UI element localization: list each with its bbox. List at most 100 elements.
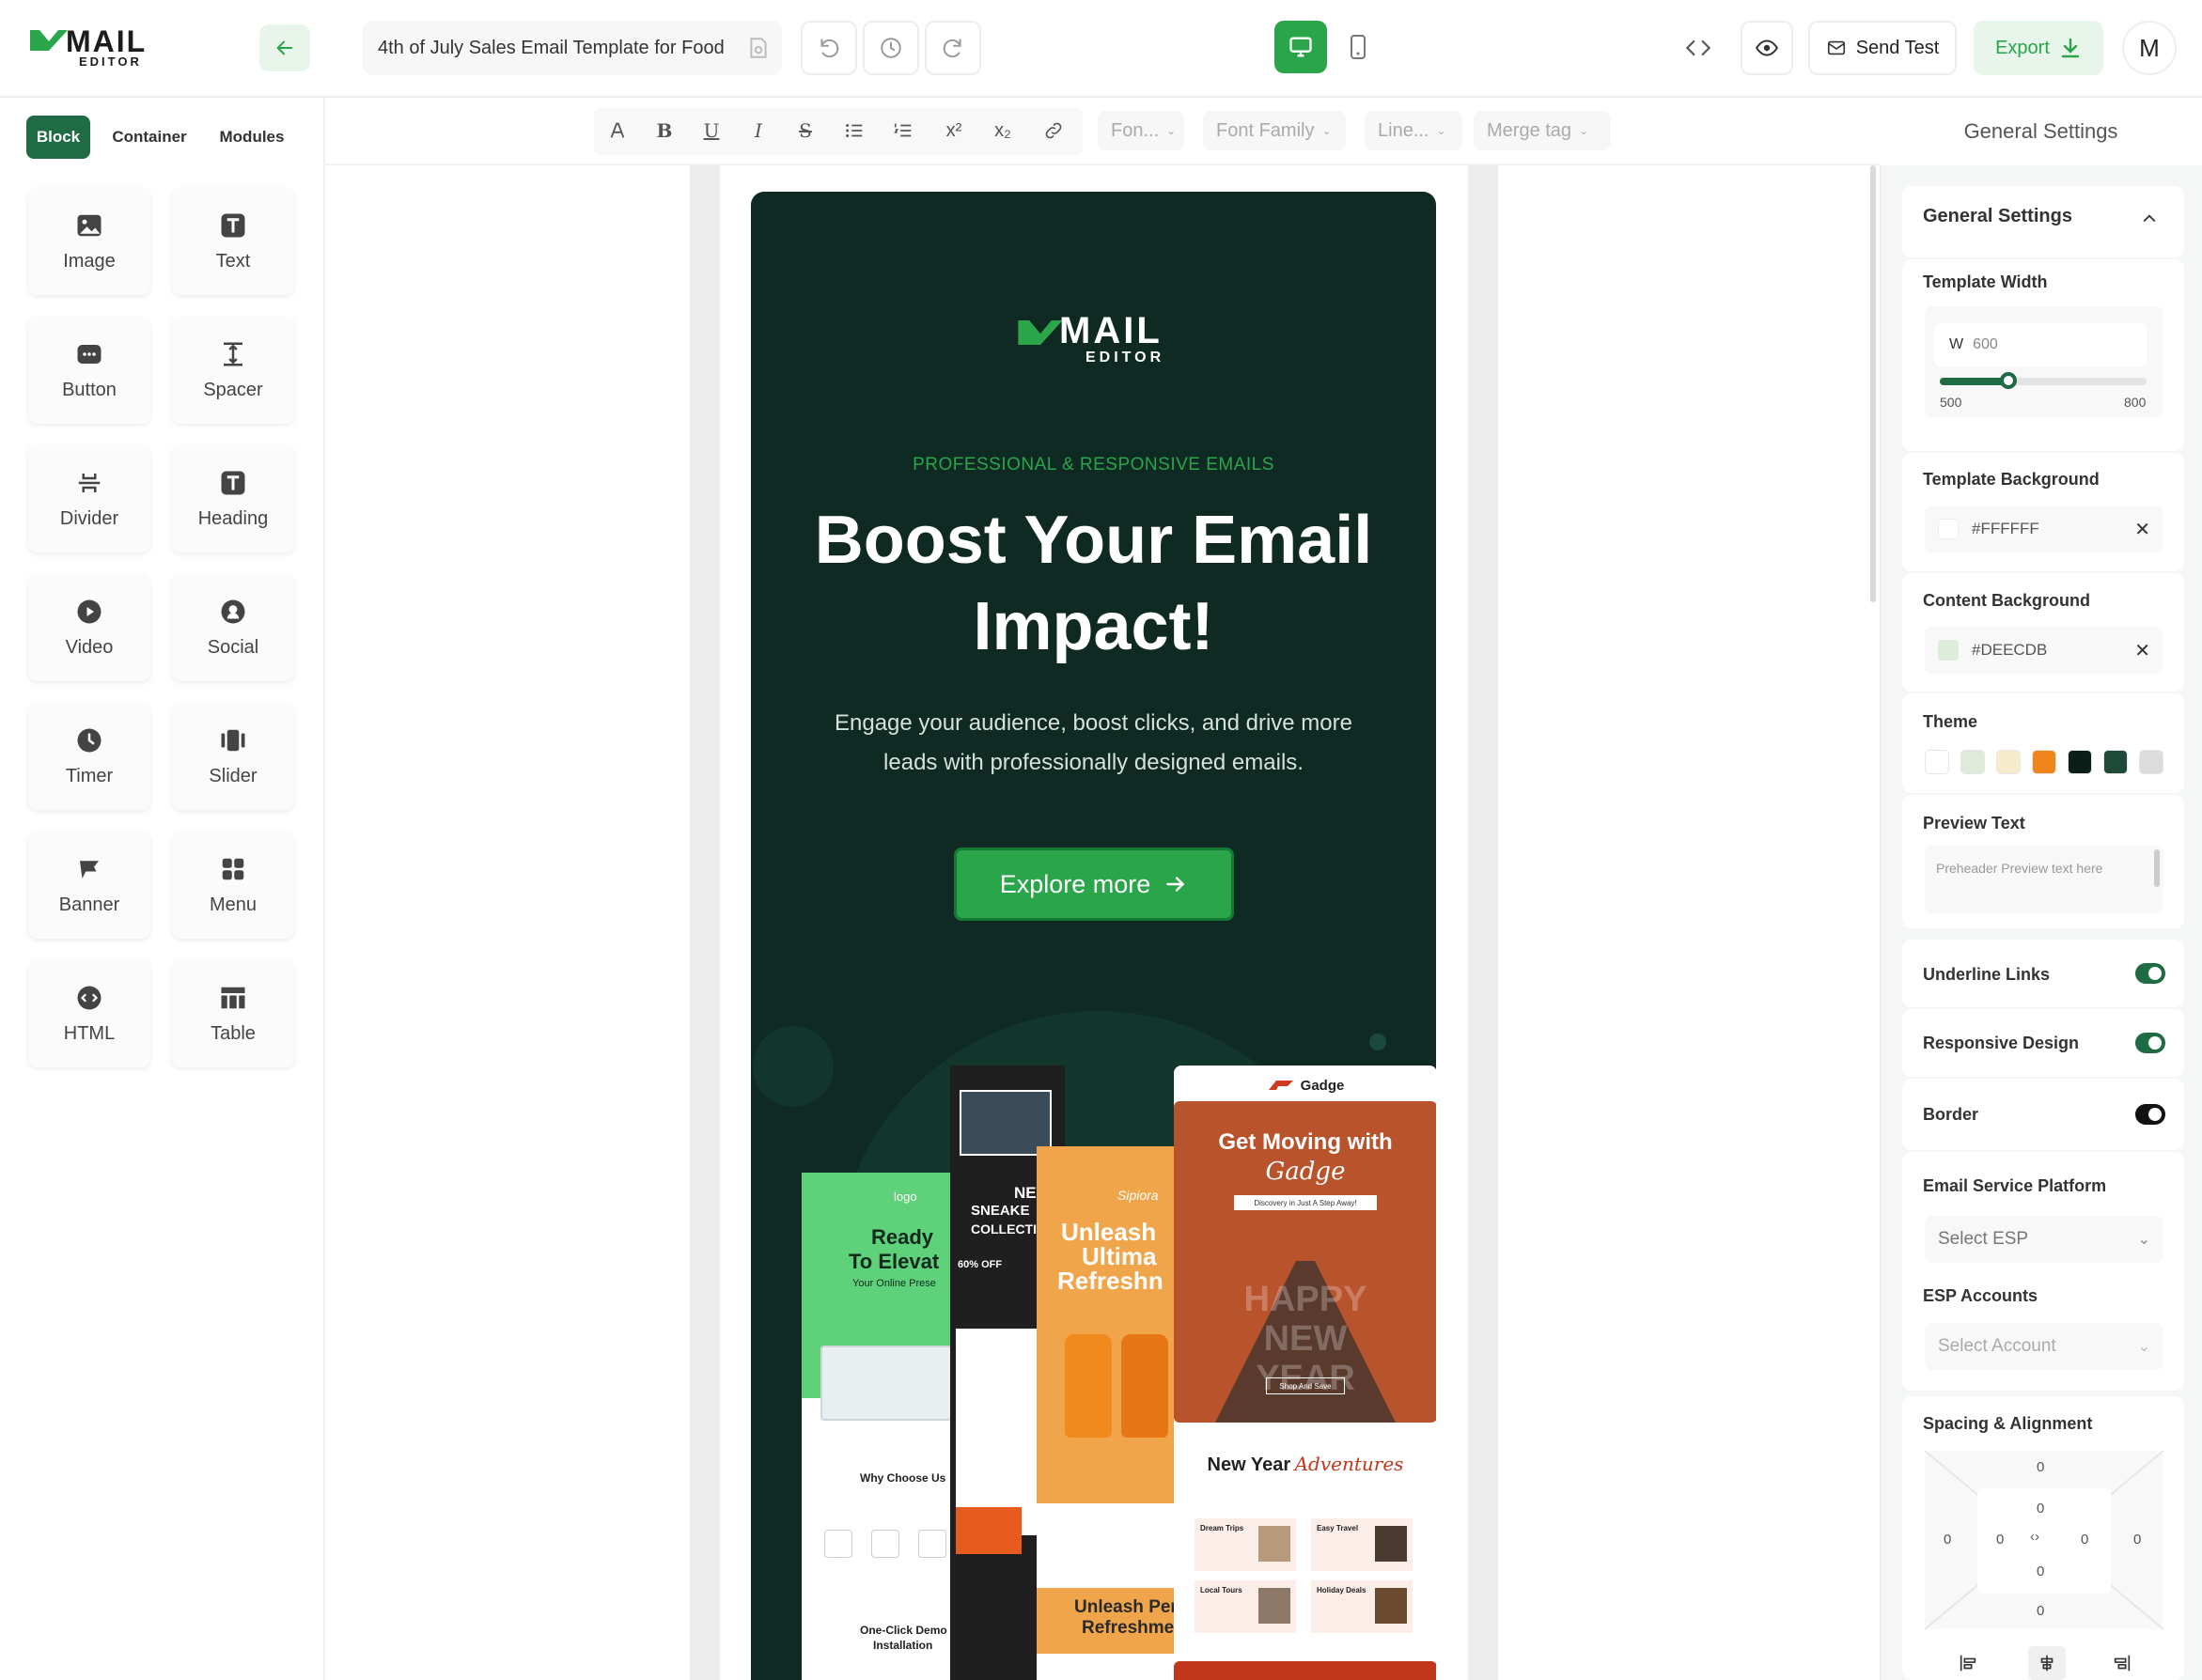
preview-text-placeholder: Preheader Preview text here	[1936, 861, 2103, 876]
responsive-design-toggle[interactable]	[2135, 1033, 2165, 1053]
theme-swatch[interactable]	[2139, 750, 2163, 774]
preview-green-oneclick-2: Installation	[873, 1639, 933, 1652]
preview-text-label: Preview Text	[1923, 814, 2025, 832]
padding-top-value[interactable]: 0	[2037, 1501, 2044, 1517]
preview-juice-bottom-2: Refreshme	[1082, 1618, 1175, 1638]
tab-modules[interactable]: Modules	[209, 116, 295, 159]
content-bg-swatch[interactable]	[1938, 640, 1959, 661]
margin-top-value[interactable]: 0	[2037, 1459, 2044, 1475]
undo-button[interactable]	[801, 21, 857, 75]
block-table[interactable]: Table	[172, 960, 294, 1067]
template-name-field[interactable]: 4th of July Sales Email Template for Foo…	[363, 21, 782, 75]
avatar[interactable]: M	[2122, 21, 2177, 75]
strike-button[interactable]: S	[789, 111, 821, 150]
preview-green-template: logo Ready To Elevat Your Online Prese W…	[802, 1173, 961, 1680]
esp-accounts-select[interactable]: Select Account ⌄	[1925, 1323, 2163, 1370]
textarea-scrollbar[interactable]	[2154, 849, 2160, 887]
preview-juice-title-3: Refreshn	[1057, 1267, 1163, 1295]
esp-select[interactable]: Select ESP ⌄	[1925, 1216, 2163, 1263]
html-icon	[77, 986, 102, 1009]
underline-button[interactable]: U	[695, 111, 727, 150]
collapse-button[interactable]	[2135, 205, 2163, 233]
block-html[interactable]: HTML	[28, 960, 150, 1067]
download-icon	[2061, 38, 2080, 58]
margin-left-value[interactable]: 0	[1944, 1532, 1951, 1548]
desktop-view-button[interactable]	[1274, 21, 1327, 73]
block-slider[interactable]: Slider	[172, 703, 294, 810]
block-menu[interactable]: Menu	[172, 832, 294, 939]
block-image[interactable]: Image	[28, 188, 150, 295]
explore-more-button[interactable]: Explore more	[954, 848, 1234, 921]
export-button[interactable]: Export	[1974, 21, 2103, 75]
theme-swatch[interactable]	[2032, 750, 2056, 774]
block-divider[interactable]: Divider	[28, 445, 150, 552]
align-right-icon	[2114, 1655, 2131, 1672]
clear-content-bg-icon[interactable]: ✕	[2134, 639, 2150, 662]
block-text[interactable]: Text	[172, 188, 294, 295]
font-family-select[interactable]: Font Family ⌄	[1203, 111, 1346, 150]
block-video[interactable]: Video	[28, 574, 150, 681]
back-button[interactable]	[259, 24, 310, 71]
block-button[interactable]: Button	[28, 317, 150, 424]
arrow-right-icon	[1166, 877, 1185, 892]
padding-bottom-value[interactable]: 0	[2037, 1563, 2044, 1579]
margin-bottom-value[interactable]: 0	[2037, 1603, 2044, 1619]
save-icon[interactable]	[746, 36, 771, 60]
history-button[interactable]	[863, 21, 919, 75]
preview-sneaker-promo	[956, 1507, 1022, 1554]
merge-tag-select[interactable]: Merge tag ⌄	[1474, 111, 1611, 150]
template-width-slider[interactable]	[1940, 372, 2147, 389]
link-spacing-icon[interactable]: ‹›	[2030, 1529, 2039, 1545]
gadge-logo-icon	[1268, 1081, 1293, 1090]
text-color-button[interactable]	[601, 111, 633, 150]
preview-sneaker-title-2: SNEAKE	[971, 1203, 1030, 1219]
font-size-select[interactable]: Fon... ⌄	[1098, 111, 1184, 150]
padding-right-value[interactable]: 0	[2081, 1532, 2088, 1548]
border-toggle[interactable]	[2135, 1104, 2165, 1125]
chevron-down-icon: ⌄	[1321, 124, 1332, 137]
slider-fill	[1940, 378, 2009, 385]
clear-template-bg-icon[interactable]: ✕	[2134, 518, 2150, 541]
block-social[interactable]: Social	[172, 574, 294, 681]
bullet-list-button[interactable]	[838, 111, 870, 150]
block-heading[interactable]: Heading	[172, 445, 294, 552]
template-width-input[interactable]: W 600	[1934, 323, 2147, 366]
underline-links-toggle[interactable]	[2135, 963, 2165, 984]
theme-swatch[interactable]	[2103, 750, 2128, 774]
align-center-button[interactable]	[2028, 1646, 2066, 1680]
superscript-button[interactable]: x²	[938, 111, 970, 150]
code-view-button[interactable]	[1671, 21, 1726, 75]
mobile-view-button[interactable]	[1335, 21, 1382, 73]
theme-swatch[interactable]	[1996, 750, 2021, 774]
decor-dot-small	[1369, 1034, 1386, 1050]
align-center-icon	[2040, 1655, 2054, 1672]
template-background-field[interactable]: #FFFFFF ✕	[1925, 506, 2163, 552]
align-left-button[interactable]	[1953, 1650, 1983, 1676]
theme-swatch[interactable]	[2068, 750, 2092, 774]
content-background-field[interactable]: #DEECDB ✕	[1925, 627, 2163, 674]
theme-swatch[interactable]	[1925, 750, 1949, 774]
subscript-button[interactable]: x₂	[987, 111, 1019, 150]
tab-block[interactable]: Block	[26, 116, 90, 159]
ordered-list-button[interactable]	[887, 111, 919, 150]
margin-right-value[interactable]: 0	[2133, 1532, 2141, 1548]
heading-icon	[221, 471, 245, 494]
block-banner[interactable]: Banner	[28, 832, 150, 939]
padding-left-value[interactable]: 0	[1996, 1532, 2004, 1548]
theme-swatch[interactable]	[1960, 750, 1985, 774]
tab-container[interactable]: Container	[102, 116, 197, 159]
block-timer[interactable]: Timer	[28, 703, 150, 810]
block-spacer[interactable]: Spacer	[172, 317, 294, 424]
italic-button[interactable]: I	[742, 111, 774, 150]
align-right-button[interactable]	[2107, 1650, 2137, 1676]
preview-button[interactable]	[1741, 21, 1793, 75]
link-button[interactable]	[1038, 111, 1070, 150]
canvas-scrollbar[interactable]	[1870, 165, 1876, 602]
email-template[interactable]: MAIL EDITOR PROFESSIONAL & RESPONSIVE EM…	[751, 192, 1436, 1680]
template-bg-swatch[interactable]	[1938, 519, 1959, 539]
redo-button[interactable]	[925, 21, 981, 75]
line-height-select[interactable]: Line... ⌄	[1365, 111, 1462, 150]
bold-button[interactable]: B	[648, 111, 680, 150]
send-test-button[interactable]: Send Test	[1808, 21, 1957, 75]
preview-text-input[interactable]: Preheader Preview text here	[1925, 846, 2163, 913]
